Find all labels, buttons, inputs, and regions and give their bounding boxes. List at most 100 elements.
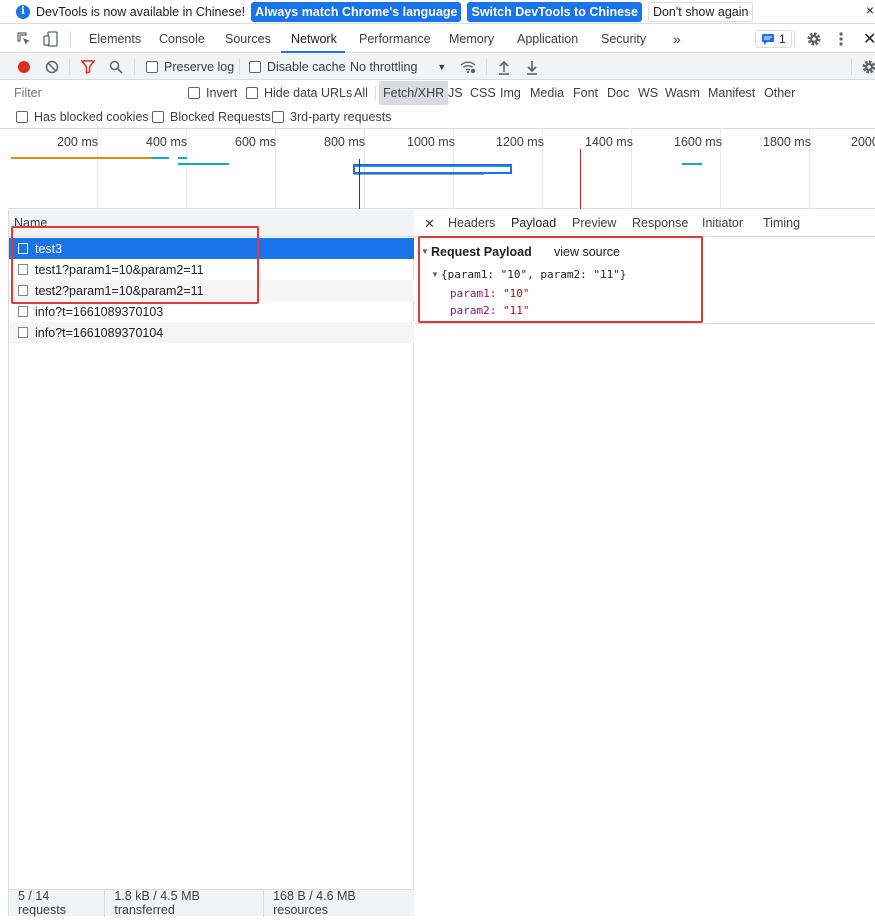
devtools-tabbar: Elements Console Sources Network Perform… bbox=[0, 25, 875, 53]
tick-label: 1000 ms bbox=[407, 135, 455, 149]
timeline-bar bbox=[682, 163, 702, 165]
more-options-icon[interactable] bbox=[839, 31, 843, 50]
details-tabbar: ✕ Headers Payload Preview Response Initi… bbox=[415, 210, 875, 237]
filter-type-ws[interactable]: WS bbox=[638, 81, 658, 105]
checkbox[interactable] bbox=[16, 111, 28, 123]
filter-type-manifest[interactable]: Manifest bbox=[708, 81, 755, 105]
info-icon: i bbox=[16, 4, 30, 19]
filter-type-css[interactable]: CSS bbox=[470, 81, 496, 105]
filter-type-doc[interactable]: Doc bbox=[607, 81, 629, 105]
network-overview-timeline[interactable]: 200 ms 400 ms 600 ms 800 ms 1000 ms 1200… bbox=[8, 129, 875, 209]
search-icon[interactable] bbox=[109, 60, 123, 77]
timeline-bar bbox=[178, 163, 229, 165]
requests-panel: Name test3 test1?param1=10&param2=11 tes… bbox=[8, 210, 414, 917]
tab-response[interactable]: Response bbox=[632, 210, 688, 237]
dont-show-again-button[interactable]: Don't show again bbox=[647, 1, 754, 22]
tab-security[interactable]: Security bbox=[601, 25, 646, 53]
settings-gear-icon[interactable] bbox=[806, 31, 822, 50]
filter-type-img[interactable]: Img bbox=[500, 81, 521, 105]
tab-headers[interactable]: Headers bbox=[448, 210, 495, 237]
timeline-selection-highlight bbox=[353, 164, 512, 174]
filter-type-wasm[interactable]: Wasm bbox=[665, 81, 700, 105]
timeline-bar bbox=[151, 157, 169, 159]
request-row[interactable]: info?t=1661089370104 bbox=[9, 322, 414, 343]
tab-console[interactable]: Console bbox=[159, 25, 205, 53]
annotation-box-requests bbox=[11, 226, 259, 304]
clear-icon[interactable] bbox=[45, 60, 59, 77]
tick-label: 1800 ms bbox=[763, 135, 811, 149]
filter-input[interactable] bbox=[10, 84, 175, 103]
active-tab-indicator bbox=[281, 51, 345, 53]
has-blocked-cookies-checkbox[interactable]: Has blocked cookies bbox=[16, 105, 149, 129]
file-icon bbox=[18, 327, 28, 338]
tab-sources[interactable]: Sources bbox=[225, 25, 271, 53]
disable-cache-checkbox[interactable]: Disable cache bbox=[249, 54, 346, 80]
filter-type-js[interactable]: JS bbox=[448, 81, 463, 105]
divider bbox=[375, 86, 376, 100]
network-settings-gear-icon[interactable] bbox=[861, 59, 875, 78]
checkbox[interactable] bbox=[246, 87, 258, 99]
issues-count: 1 bbox=[779, 32, 786, 46]
filter-type-fetch-xhr[interactable]: Fetch/XHR bbox=[379, 81, 449, 105]
checkbox[interactable] bbox=[188, 87, 200, 99]
filter-type-other[interactable]: Other bbox=[764, 81, 795, 105]
issues-counter-button[interactable]: 1 bbox=[755, 30, 792, 48]
divider bbox=[134, 59, 135, 75]
filter-icon[interactable] bbox=[80, 60, 96, 77]
inspect-element-icon[interactable] bbox=[17, 32, 31, 49]
hide-data-urls-checkbox[interactable]: Hide data URLs bbox=[246, 81, 352, 105]
tick-label: 200 ms bbox=[57, 135, 98, 149]
invert-checkbox[interactable]: Invert bbox=[188, 81, 237, 105]
import-har-icon[interactable] bbox=[497, 59, 511, 78]
tab-timing[interactable]: Timing bbox=[763, 210, 800, 237]
export-har-icon[interactable] bbox=[525, 59, 539, 78]
third-party-requests-checkbox[interactable]: 3rd-party requests bbox=[272, 105, 391, 129]
tab-initiator[interactable]: Initiator bbox=[702, 210, 743, 237]
blocked-requests-label: Blocked Requests bbox=[170, 110, 271, 124]
divider bbox=[70, 31, 71, 47]
checkbox[interactable] bbox=[146, 61, 158, 73]
tick-label: 400 ms bbox=[146, 135, 187, 149]
tab-memory[interactable]: Memory bbox=[449, 25, 494, 53]
transferred-size: 1.8 kB / 4.5 MB transferred bbox=[105, 889, 265, 917]
resources-size: 168 B / 4.6 MB resources bbox=[273, 889, 356, 917]
checkbox[interactable] bbox=[272, 111, 284, 123]
dropdown-arrow-icon: ▼ bbox=[437, 62, 447, 72]
network-conditions-icon[interactable] bbox=[459, 59, 477, 78]
request-name: info?t=1661089370104 bbox=[35, 325, 164, 340]
tab-elements[interactable]: Elements bbox=[89, 25, 141, 53]
match-language-button[interactable]: Always match Chrome's language bbox=[251, 1, 462, 22]
disable-cache-label: Disable cache bbox=[267, 60, 346, 74]
load-event-marker bbox=[580, 149, 581, 209]
preserve-log-checkbox[interactable]: Preserve log bbox=[146, 54, 234, 80]
switch-language-button[interactable]: Switch DevTools to Chinese bbox=[467, 1, 642, 22]
close-infobar-icon[interactable]: × bbox=[866, 2, 874, 18]
close-devtools-icon[interactable]: ✕ bbox=[863, 29, 875, 49]
tick-label: 2000 bbox=[851, 135, 875, 149]
record-icon[interactable] bbox=[17, 60, 31, 77]
filter-type-font[interactable]: Font bbox=[573, 81, 598, 105]
blocked-requests-checkbox[interactable]: Blocked Requests bbox=[152, 105, 271, 129]
checkbox[interactable] bbox=[249, 61, 261, 73]
divider bbox=[794, 31, 795, 47]
tab-payload[interactable]: Payload bbox=[511, 210, 556, 237]
filter-type-media[interactable]: Media bbox=[530, 81, 564, 105]
third-party-requests-label: 3rd-party requests bbox=[290, 110, 392, 124]
tab-performance[interactable]: Performance bbox=[359, 25, 431, 53]
tab-preview[interactable]: Preview bbox=[572, 210, 616, 237]
request-count: 5 / 14 requests bbox=[9, 889, 106, 917]
network-status-bar: 5 / 14 requests 1.8 kB / 4.5 MB transfer… bbox=[9, 889, 414, 917]
tab-network[interactable]: Network bbox=[291, 25, 337, 53]
tick-label: 1600 ms bbox=[674, 135, 722, 149]
tick-label: 600 ms bbox=[235, 135, 276, 149]
filter-type-all[interactable]: All bbox=[354, 81, 368, 105]
more-tabs-icon[interactable]: » bbox=[673, 25, 681, 53]
request-name: info?t=1661089370103 bbox=[35, 304, 164, 319]
device-toolbar-icon[interactable] bbox=[43, 31, 59, 50]
request-row[interactable]: info?t=1661089370103 bbox=[9, 301, 414, 322]
throttling-select[interactable]: No throttling ▼ bbox=[350, 54, 446, 80]
checkbox[interactable] bbox=[152, 111, 164, 123]
tab-application[interactable]: Application bbox=[517, 25, 578, 53]
filter-bar: Invert Hide data URLs All Fetch/XHR JS C… bbox=[0, 81, 875, 105]
close-details-icon[interactable]: ✕ bbox=[424, 210, 435, 237]
